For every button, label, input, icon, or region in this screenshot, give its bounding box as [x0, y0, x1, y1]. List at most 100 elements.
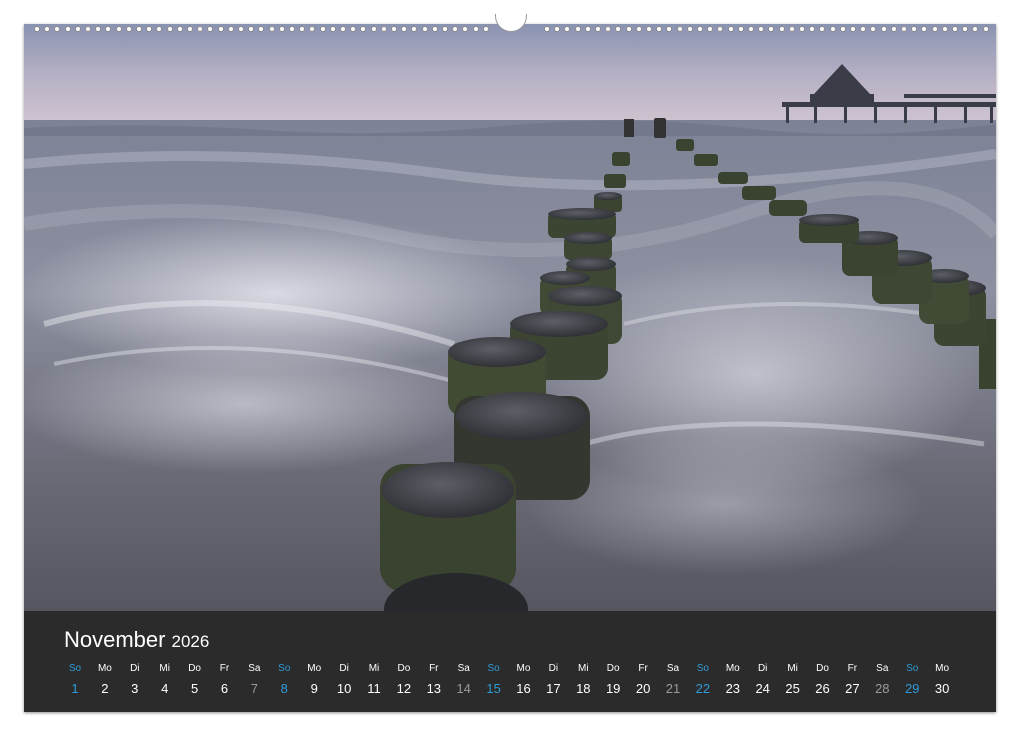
- weekday-label: Di: [339, 663, 349, 674]
- day-number: 22: [695, 681, 711, 696]
- day-number: 29: [904, 681, 920, 696]
- binding-hole: [187, 26, 193, 32]
- year-label: 2026: [171, 632, 210, 651]
- binding-hole: [697, 26, 703, 32]
- month-name: November: [64, 627, 166, 652]
- binding-hole: [482, 26, 489, 32]
- binding-hole: [819, 26, 826, 32]
- binding-hole: [982, 26, 989, 32]
- binding-hole: [431, 26, 438, 32]
- weekday-label: Di: [130, 663, 140, 674]
- binding-hole: [625, 26, 632, 32]
- binding-hole: [829, 26, 836, 32]
- binding-hole: [85, 26, 91, 32]
- weekday-label: Mo: [725, 663, 740, 674]
- binding-hole: [258, 26, 265, 32]
- day-number: 20: [635, 681, 651, 696]
- weekday-label: Mi: [787, 663, 798, 674]
- binding-hole: [809, 26, 816, 32]
- weekday-label: Mi: [368, 663, 380, 674]
- weekday-label: Mo: [935, 663, 950, 674]
- binding-hole: [901, 26, 907, 32]
- binding-hole: [54, 26, 61, 32]
- binding-hole: [595, 26, 601, 32]
- day-number: 24: [755, 681, 770, 696]
- seascape-photo: [24, 24, 996, 611]
- binding-hole: [748, 26, 754, 32]
- binding-hole: [391, 26, 397, 32]
- binding-hole: [890, 26, 897, 32]
- day-number: 23: [725, 681, 741, 696]
- day-number: 19: [605, 681, 621, 696]
- day-number: 8: [280, 681, 288, 696]
- binding-hole: [880, 26, 887, 32]
- weekday-label: Di: [548, 663, 559, 674]
- binding-hole: [584, 26, 591, 32]
- binding-hole: [666, 26, 673, 32]
- binding-hole: [197, 26, 204, 32]
- weekday-label: Mo: [307, 663, 322, 674]
- day-number: 5: [190, 681, 199, 696]
- binding-hole: [350, 26, 357, 32]
- binding-hole: [574, 26, 581, 32]
- month-title: November 2026: [64, 627, 209, 653]
- binding-hole: [166, 26, 173, 32]
- binding-hole: [421, 26, 428, 32]
- day-number: 17: [546, 681, 561, 696]
- day-number: 16: [516, 681, 531, 696]
- weekday-label: Do: [397, 663, 411, 674]
- binding-hole: [299, 26, 306, 32]
- day-number: 15: [486, 681, 501, 696]
- binding-hole: [217, 26, 224, 32]
- binding-hole: [329, 26, 336, 32]
- binding-hole: [737, 26, 744, 32]
- day-number: 25: [785, 681, 800, 696]
- binding-hole: [860, 26, 867, 32]
- binding-hole: [605, 26, 612, 32]
- binding-hole: [799, 26, 805, 32]
- binding-hole: [778, 26, 785, 32]
- binding-hole: [564, 26, 571, 32]
- binding-hole: [870, 26, 877, 32]
- binding-hole: [462, 26, 469, 32]
- binding-hole: [472, 26, 479, 32]
- day-number: 28: [875, 681, 890, 696]
- binding-hole: [768, 26, 775, 32]
- binding-hole: [686, 26, 693, 32]
- calendar-bar: November 2026 So Mo Di Mi Do Fr Sa So Mo Di Mi Do Fr S…: [24, 611, 996, 712]
- weekday-label: Mo: [516, 663, 531, 674]
- day-number: 7: [250, 681, 258, 696]
- weekday-label: So: [278, 663, 291, 674]
- binding-hole: [146, 26, 153, 32]
- weekday-label: Sa: [666, 663, 680, 674]
- binding-hole: [74, 26, 81, 32]
- binding-hole: [64, 26, 71, 32]
- binding-hole: [646, 26, 652, 32]
- binding-hole: [544, 26, 550, 32]
- weekday-label: Sa: [457, 663, 470, 674]
- binding-hole: [227, 26, 234, 32]
- weekday-label: Sa: [876, 663, 889, 674]
- weekday-label: Fr: [219, 663, 230, 674]
- binding-hole: [34, 26, 40, 32]
- binding-hole: [921, 26, 928, 32]
- weekday-label: Mi: [159, 663, 170, 674]
- binding-hole: [707, 26, 714, 32]
- binding-hole: [788, 26, 795, 32]
- binding-hole: [411, 26, 418, 32]
- binding-hole: [676, 26, 683, 32]
- binding-hole: [452, 26, 459, 32]
- day-number: 14: [456, 681, 471, 696]
- binding-hole: [289, 26, 295, 32]
- binding-hole: [370, 26, 377, 32]
- day-number: 1: [71, 681, 79, 696]
- calendar-page: November 2026 So Mo Di Mi Do Fr Sa So Mo Di Mi Do Fr S…: [24, 24, 996, 712]
- binding-hole: [238, 26, 244, 32]
- binding-hole: [952, 26, 958, 32]
- weekday-label: Fr: [638, 663, 648, 674]
- day-number: 3: [131, 681, 139, 696]
- binding-hole: [941, 26, 948, 32]
- binding-hole: [401, 26, 408, 32]
- weekday-label: Mi: [578, 663, 589, 674]
- weekday-label: Mo: [97, 663, 112, 674]
